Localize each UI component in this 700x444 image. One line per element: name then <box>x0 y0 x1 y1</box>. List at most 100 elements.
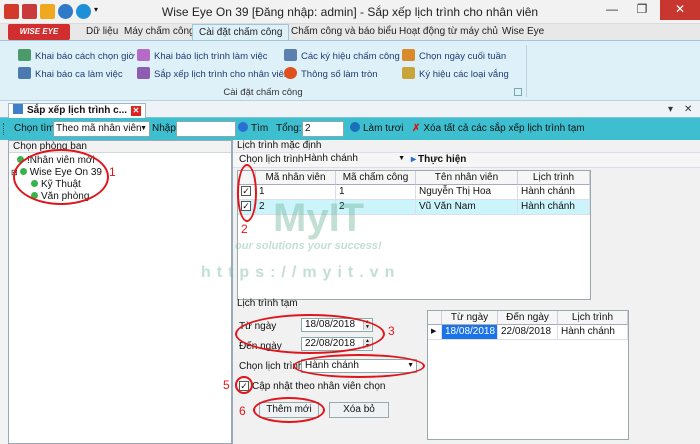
department-node-icon <box>19 168 27 175</box>
absence-icon <box>402 67 415 79</box>
tab-hoat-dong-may-chu[interactable]: Hoạt động từ máy chủ <box>393 24 504 40</box>
to-date-input[interactable]: 22/08/2018 ▲ ▼ <box>301 337 373 351</box>
schedule-icon <box>137 67 150 79</box>
annotation-label-6: 6 <box>239 404 246 418</box>
maximize-button[interactable]: ❐ <box>628 0 656 20</box>
employee-grid: Mã nhân viên Mã chấm công Tên nhân viên … <box>237 170 591 300</box>
tree-item-van-phong[interactable]: Văn phòng <box>31 191 89 203</box>
table-row-cell[interactable]: Nguyễn Thị Hoa <box>416 185 518 200</box>
ribbon-button-lich-trinh-lam-viec[interactable]: Khai báo lịch trình làm việc <box>137 49 268 65</box>
tab-close-icon[interactable]: ✕ <box>684 104 692 115</box>
chevron-down-icon: ▼ <box>407 362 414 369</box>
tab-cham-cong-bao-bieu[interactable]: Chấm công và báo biểu <box>285 24 403 40</box>
close-button[interactable]: ✕ <box>660 0 700 20</box>
minimize-button[interactable]: — <box>598 0 626 20</box>
department-panel-header: Chọn phòng ban <box>9 141 231 153</box>
search-input[interactable] <box>176 121 236 137</box>
search-input-label: Nhập <box>152 123 176 134</box>
tab-may-cham-cong[interactable]: Máy chấm công <box>118 24 201 40</box>
temp-schedule-grid: Từ ngày Đến ngày Lịch trình ▶ 18/08/2018… <box>427 310 629 440</box>
annotation-label-1: 1 <box>109 165 116 179</box>
ribbon-group-label: Cài đặt chấm công <box>223 87 303 98</box>
table-row-cell[interactable]: 1 <box>256 185 336 200</box>
ribbon-button-ngay-cuoi-tuan[interactable]: Chọn ngày cuối tuần <box>402 49 506 65</box>
group-launcher-icon[interactable] <box>514 88 522 96</box>
temp-choose-schedule-label: Chọn lịch trình <box>239 361 304 372</box>
grid-header-employee-name[interactable]: Tên nhân viên <box>416 171 518 185</box>
add-new-button[interactable]: Thêm mới <box>259 402 319 418</box>
search-mode-label: Chọn tìm <box>14 123 55 134</box>
chevron-down-icon: ▼ <box>140 125 147 132</box>
ribbon-button-sap-xep-lich-trinh[interactable]: Sắp xếp lịch trình cho nhân viên <box>137 67 289 83</box>
grid-indicator-header <box>428 311 442 325</box>
search-mode-select[interactable]: Theo mã nhân viên ▼ <box>53 121 150 137</box>
checkbox-checked[interactable]: ✓ <box>241 201 251 211</box>
total-field: 2 <box>302 121 344 137</box>
update-by-employee-option[interactable]: ✓ Cập nhật theo nhân viên chọn <box>239 381 385 392</box>
date-spinner-icon[interactable]: ▲ ▼ <box>363 320 371 330</box>
table-row-cell[interactable]: 2 <box>336 200 416 215</box>
grid-header-temp-schedule[interactable]: Lịch trình <box>558 311 628 325</box>
table-row-cell[interactable]: Hành chánh <box>518 185 590 200</box>
grid-header-schedule[interactable]: Lịch trình <box>518 171 590 185</box>
document-tab[interactable]: Sắp xếp lịch trình c... ✕ <box>8 103 147 118</box>
to-date-label: Đến ngày <box>239 341 282 352</box>
temp-schedule-select[interactable]: Hành chánh ▼ <box>301 359 417 373</box>
tab-list-dropdown-icon[interactable]: ▾ <box>668 104 673 115</box>
grid-header-to-date[interactable]: Đến ngày <box>498 311 558 325</box>
ribbon-button-thong-so-lam-tron[interactable]: Thông số làm tròn <box>284 67 378 83</box>
ribbon-button-ca-lam-viec[interactable]: Khai báo ca làm việc <box>18 67 123 83</box>
tree-item-ky-thuat[interactable]: Kỹ Thuật <box>31 179 81 191</box>
search-icon <box>238 122 248 132</box>
tree-item-new-employees[interactable]: !Nhân viên mới <box>17 155 95 167</box>
file-tab[interactable]: WISE EYE <box>8 24 70 40</box>
table-row-cell[interactable]: Hành chánh <box>518 200 590 215</box>
default-schedule-select[interactable]: Hành chánh ▼ <box>301 153 405 167</box>
update-checkbox[interactable]: ✓ <box>239 381 249 391</box>
default-schedule-header: Lịch trình mặc định <box>237 140 322 151</box>
date-spinner-icon[interactable]: ▲ ▼ <box>363 339 371 349</box>
delete-all-temp-button[interactable]: ✗ Xóa tất cả các sắp xếp lịch trình tạm <box>412 121 585 137</box>
ribbon-button-ky-hieu-cham-cong[interactable]: Các ký hiệu chấm công <box>284 49 400 65</box>
annotation-label-2: 2 <box>241 222 248 236</box>
ribbon-tab-bar: WISE EYE Dữ liệu Máy chấm công Cài đặt c… <box>0 24 700 40</box>
collapse-icon[interactable]: ⊟ <box>11 167 18 179</box>
table-row-cell[interactable]: 18/08/2018 <box>442 325 498 340</box>
find-button[interactable]: Tìm <box>238 121 268 137</box>
annotation-label-5: 5 <box>223 378 230 392</box>
from-date-label: Từ ngày <box>239 321 277 332</box>
title-bar: ▾ Wise Eye On 39 [Đăng nhập: admin] - Sắ… <box>0 0 700 24</box>
ribbon-button-loai-vang[interactable]: Ký hiệu các loại vắng <box>402 67 509 83</box>
choose-schedule-label: Chọn lịch trình <box>239 154 304 165</box>
table-row-cell[interactable]: Hành chánh <box>558 325 628 340</box>
from-date-input[interactable]: 18/08/2018 ▲ ▼ <box>301 318 373 332</box>
grid-checkbox-header <box>238 171 256 185</box>
grid-header-employee-id[interactable]: Mã nhân viên <box>256 171 336 185</box>
tree-item-company[interactable]: ⊟ Wise Eye On 39 <box>11 167 102 179</box>
row-indicator-icon: ▶ <box>428 325 442 340</box>
delete-button[interactable]: Xóa bỏ <box>329 402 389 418</box>
tab-wise-eye[interactable]: Wise Eye <box>496 24 550 40</box>
annotation-label-3: 3 <box>388 324 395 338</box>
table-row-cell[interactable]: 1 <box>336 185 416 200</box>
execute-button[interactable]: ▸ Thực hiện <box>411 154 466 165</box>
table-row-checkbox[interactable]: ✓ <box>238 185 256 200</box>
ribbon-panel: Khai báo cách chọn giờ Khai báo ca làm v… <box>0 40 700 101</box>
close-tab-icon[interactable]: ✕ <box>131 106 142 116</box>
clock-icon <box>18 49 31 61</box>
play-icon: ▸ <box>411 154 417 165</box>
ribbon-button-cach-chon-gio[interactable]: Khai báo cách chọn giờ <box>18 49 135 65</box>
refresh-button[interactable]: Làm tươi <box>350 121 403 137</box>
refresh-icon <box>350 122 360 132</box>
table-row-cell[interactable]: 22/08/2018 <box>498 325 558 340</box>
table-row-cell[interactable]: 2 <box>256 200 336 215</box>
grid-header-attendance-id[interactable]: Mã chấm công <box>336 171 416 185</box>
table-row-cell[interactable]: Vũ Văn Nam <box>416 200 518 215</box>
checkbox-checked[interactable]: ✓ <box>241 186 251 196</box>
grid-header-from-date[interactable]: Từ ngày <box>442 311 498 325</box>
temp-schedule-header: Lịch trình tạm <box>237 298 298 309</box>
tab-cai-dat-cham-cong[interactable]: Cài đặt chấm công <box>192 24 290 40</box>
department-node-icon <box>31 192 38 199</box>
total-label: Tổng: <box>276 123 302 134</box>
table-row-checkbox[interactable]: ✓ <box>238 200 256 215</box>
